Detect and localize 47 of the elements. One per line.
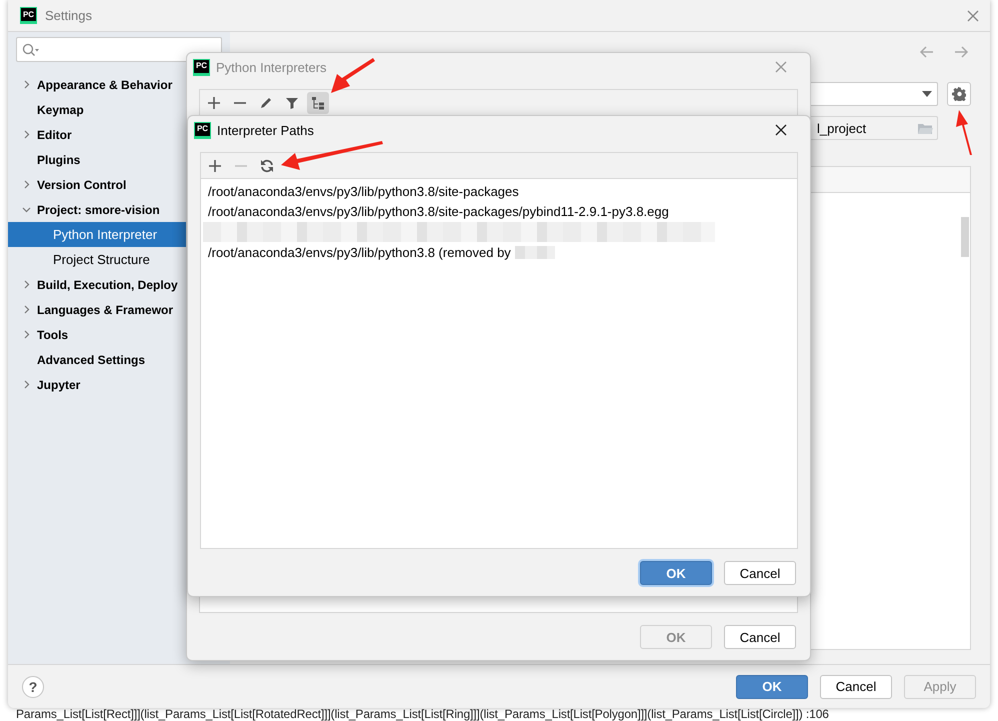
- annotation-arrow: [331, 58, 375, 93]
- dialog-title: Interpreter Paths: [217, 122, 315, 138]
- path-item[interactable]: /root/anaconda3/envs/py3/lib/python3.8/site-packages/pybind11-2.9.1-py3.8.egg: [201, 201, 797, 222]
- refresh-icon: [259, 158, 275, 174]
- blurred-text: [514, 246, 555, 259]
- chevron-right-icon[interactable]: [22, 330, 31, 339]
- scrollbar[interactable]: [961, 217, 969, 257]
- search-field[interactable]: [16, 37, 222, 62]
- forward-arrow-icon[interactable]: [953, 44, 969, 60]
- back-arrow-icon[interactable]: [919, 44, 935, 60]
- sidebar-item[interactable]: Build, Execution, Deploy: [8, 272, 230, 297]
- ok-button[interactable]: OK: [640, 561, 712, 585]
- minus-icon: [232, 102, 248, 104]
- sidebar-item[interactable]: Tools: [8, 322, 230, 347]
- close-icon[interactable]: [774, 123, 788, 137]
- chevron-down-icon[interactable]: [22, 205, 31, 214]
- annotation-arrow: [956, 110, 972, 155]
- caret-icon: [922, 91, 932, 97]
- sidebar-item[interactable]: Jupyter: [8, 372, 230, 397]
- minus-icon: [233, 164, 249, 166]
- app-logo: PC: [194, 122, 211, 138]
- chevron-right-icon[interactable]: [22, 380, 31, 389]
- sidebar-item[interactable]: Languages & Framewor: [8, 297, 230, 322]
- search-icon: [22, 42, 39, 56]
- tree-icon: [310, 94, 326, 110]
- chevron-right-icon[interactable]: [22, 280, 31, 289]
- cancel-button[interactable]: Cancel: [820, 674, 892, 698]
- settings-icon: [952, 87, 966, 101]
- path-item[interactable]: /root/anaconda3/envs/py3/lib/python3.8 (removed by: [208, 244, 511, 260]
- cancel-button[interactable]: Cancel: [724, 625, 796, 649]
- settings-button[interactable]: [947, 82, 971, 106]
- plus-icon: [207, 158, 223, 174]
- chevron-right-icon[interactable]: [22, 130, 31, 139]
- window-title: Settings: [45, 8, 93, 23]
- chevron-right-icon[interactable]: [22, 80, 31, 89]
- plus-icon: [206, 94, 222, 110]
- app-logo: PC: [20, 7, 37, 24]
- ok-button[interactable]: OK: [736, 674, 808, 698]
- cancel-button[interactable]: Cancel: [724, 561, 796, 585]
- tree-button[interactable]: [307, 92, 329, 114]
- code-line: Params_List[List[Rect]]](list_Params_List[List[RotatedRect]]](list_Params_List[List[Ring]]](list_Params_List[List[Polygon]]](list_Params_List[List[Circle]]) :106: [16, 708, 829, 721]
- chevron-right-icon[interactable]: [22, 305, 31, 314]
- dialog-title: Python Interpreters: [216, 60, 328, 74]
- path-item[interactable]: /root/anaconda3/envs/py3/lib/python3.8/site-packages: [201, 181, 797, 202]
- chevron-right-icon[interactable]: [22, 180, 31, 189]
- app-logo: PC: [193, 58, 210, 76]
- help-button[interactable]: ?: [22, 676, 44, 698]
